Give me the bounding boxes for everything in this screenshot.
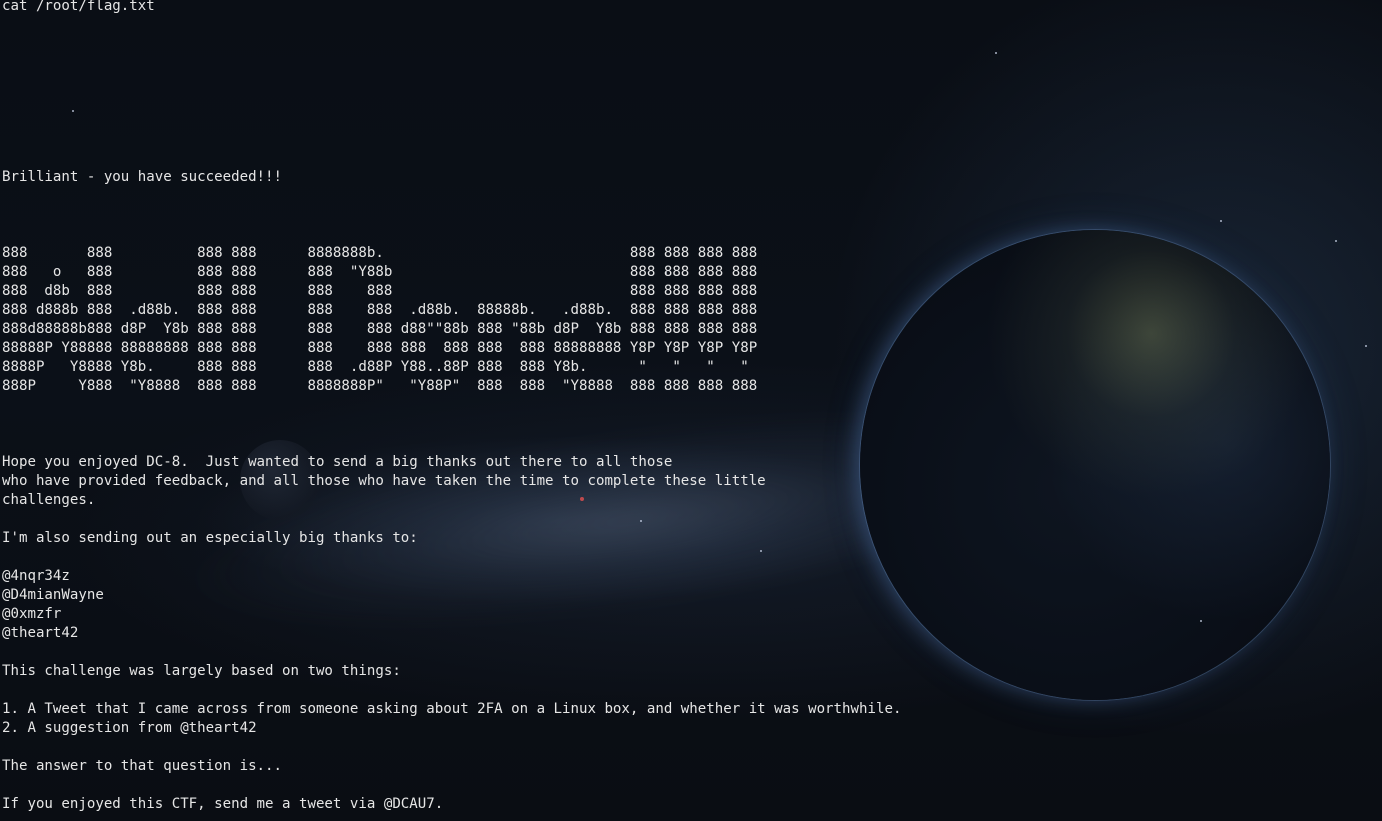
star: [995, 52, 997, 54]
thanks-text-line: challenges.: [2, 492, 96, 508]
star: [1220, 220, 1222, 222]
star: [1200, 620, 1202, 622]
ascii-banner-line: 888 d8b 888 888 888 888 888 888 888 888 …: [2, 283, 758, 299]
ascii-banner-line: 888d88888b888 d8P Y8b 888 888 888 888 d8…: [2, 321, 758, 337]
terminal-window[interactable]: cat /root/flag.txt Brilliant - you have s…: [0, 0, 1382, 821]
answer-line: The answer to that question is...: [2, 758, 283, 774]
ascii-banner-line: 88888P Y88888 88888888 888 888 888 888 8…: [2, 340, 758, 356]
handle-item: @4nqr34z: [2, 568, 70, 584]
closing-line: If you enjoyed this CTF, send me a tweet…: [2, 796, 444, 812]
ascii-banner-line: 888 888 888 888 8888888b. 888 888 888 88…: [2, 245, 758, 261]
ascii-banner-line: 8888P Y8888 Y8b. 888 888 888 .d88P Y88..…: [2, 359, 749, 375]
handle-item: @theart42: [2, 625, 79, 641]
ascii-banner-line: 888P Y888 "Y8888 888 888 8888888P" "Y88P…: [2, 378, 758, 394]
thanks-text-line: Hope you enjoyed DC-8. Just wanted to se…: [2, 454, 673, 470]
star: [1335, 240, 1337, 242]
list-item: 2. A suggestion from @theart42: [2, 720, 257, 736]
handle-item: @D4mianWayne: [2, 587, 104, 603]
thanks-text-line: who have provided feedback, and all thos…: [2, 473, 766, 489]
handle-item: @0xmzfr: [2, 606, 62, 622]
star: [1365, 345, 1367, 347]
ascii-banner-line: 888 d888b 888 .d88b. 888 888 888 888 .d8…: [2, 302, 758, 318]
terminal-output: cat /root/flag.txt Brilliant - you have s…: [2, 0, 901, 814]
ascii-banner-line: 888 o 888 888 888 888 "Y88b 888 888 888 …: [2, 264, 758, 280]
command-line: cat /root/flag.txt: [2, 0, 155, 14]
special-thanks-line: I'm also sending out an especially big t…: [2, 530, 418, 546]
planet-background: [860, 230, 1330, 700]
list-item: 1. A Tweet that I came across from someo…: [2, 701, 902, 717]
success-message: Brilliant - you have succeeded!!!: [2, 169, 283, 185]
based-on-line: This challenge was largely based on two …: [2, 663, 401, 679]
